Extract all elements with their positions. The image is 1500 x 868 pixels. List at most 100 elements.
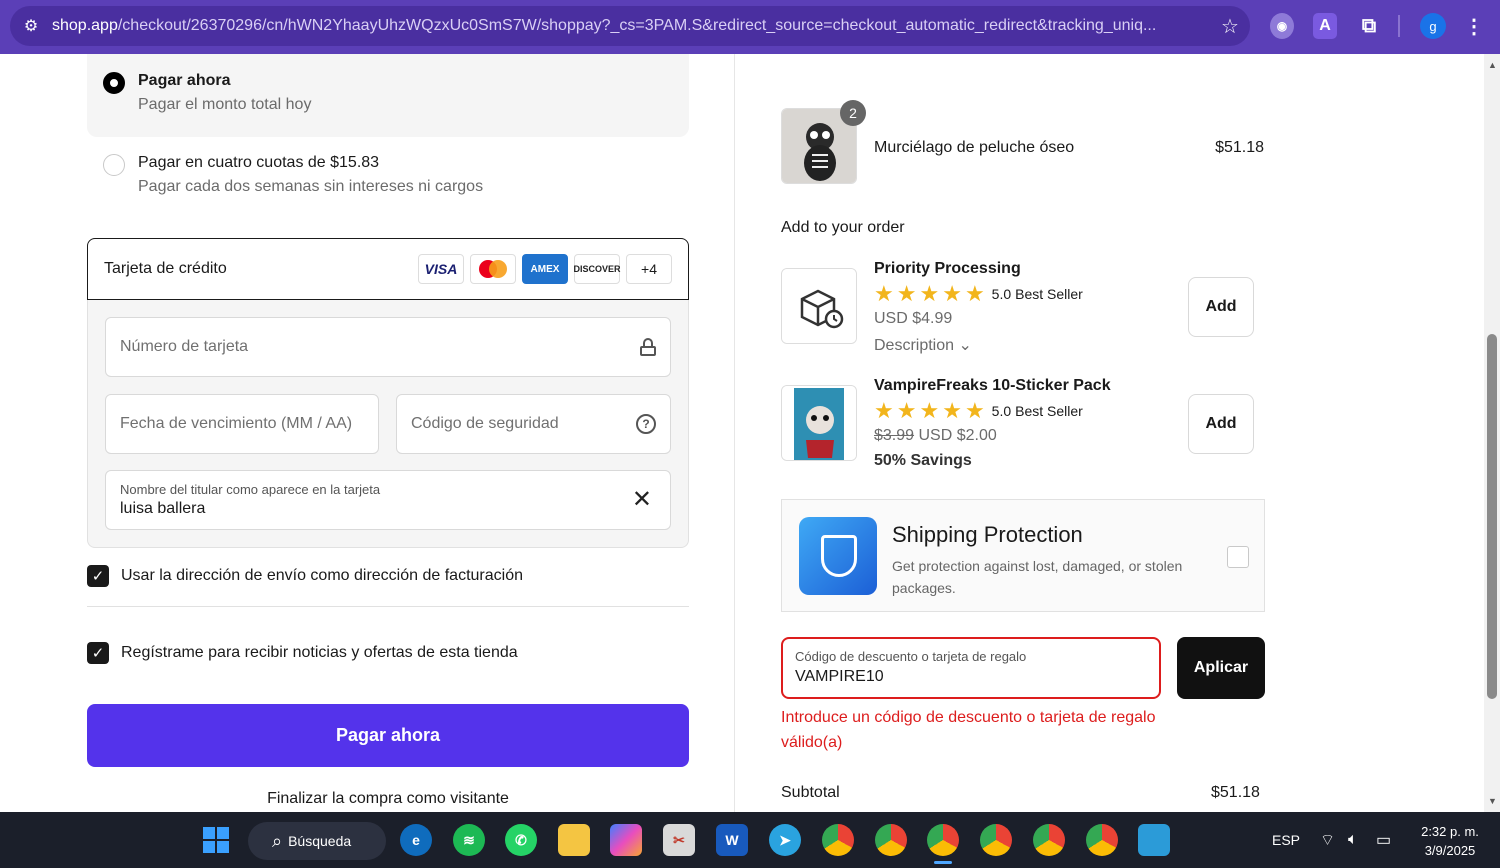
scroll-up-arrow-icon[interactable]: ▲ xyxy=(1488,60,1497,70)
rating-stars: ★ ★ ★ ★ ★ 5.0 Best Seller xyxy=(874,400,1083,422)
scrollbar-thumb[interactable] xyxy=(1487,334,1497,699)
installments-radio[interactable] xyxy=(103,154,125,176)
battery-icon[interactable]: ▭ xyxy=(1376,812,1391,868)
language-indicator[interactable]: ESP xyxy=(1272,812,1300,868)
pay-now-subtitle: Pagar el monto total hoy xyxy=(138,96,312,113)
star-icon: ★ xyxy=(874,281,894,306)
billing-address-row[interactable]: ✓ Usar la dirección de envío como direcc… xyxy=(87,565,523,587)
extension-a-icon[interactable]: A xyxy=(1313,13,1337,39)
security-code-placeholder: Código de seguridad xyxy=(411,415,559,432)
card-number-field[interactable]: Número de tarjeta xyxy=(105,317,671,377)
chevron-down-icon: ⌄ xyxy=(958,337,972,354)
edge-browser-icon[interactable]: e xyxy=(400,824,432,856)
subtotal-label: Subtotal xyxy=(781,784,840,801)
upsell-price: USD $4.99 xyxy=(874,310,953,327)
security-code-field[interactable]: Código de seguridad ? xyxy=(396,394,671,454)
upsell-title: VampireFreaks 10-Sticker Pack xyxy=(874,377,1111,394)
apply-discount-button[interactable]: Aplicar xyxy=(1177,637,1265,699)
rating-value: 5.0 xyxy=(991,286,1012,302)
expiry-field[interactable]: Fecha de vencimiento (MM / AA) xyxy=(105,394,379,454)
volume-icon[interactable]: 🔈︎ xyxy=(1348,812,1358,868)
newsletter-checkbox[interactable]: ✓ xyxy=(87,642,109,664)
newsletter-row[interactable]: ✓ Regístrame para recibir noticias y ofe… xyxy=(87,642,518,664)
shield-icon xyxy=(799,517,877,595)
file-explorer-icon[interactable] xyxy=(558,824,590,856)
pay-now-option[interactable]: Pagar ahora Pagar el monto total hoy xyxy=(87,54,689,137)
site-settings-icon[interactable]: ⚙ xyxy=(10,6,52,46)
package-clock-icon xyxy=(782,269,856,343)
subtotal-value: $51.18 xyxy=(1211,784,1260,801)
expiry-placeholder: Fecha de vencimiento (MM / AA) xyxy=(120,415,353,432)
star-icon: ★ xyxy=(919,398,940,423)
billing-label: Usar la dirección de envío como direcció… xyxy=(121,567,523,584)
card-number-placeholder: Número de tarjeta xyxy=(120,338,249,355)
snipping-tool-icon[interactable]: ✂ xyxy=(663,824,695,856)
description-toggle[interactable]: Description ⌄ xyxy=(874,335,972,355)
sticker-pack-thumbnail xyxy=(781,385,857,461)
telegram-icon[interactable]: ➤ xyxy=(769,824,801,856)
visa-logo: VISA xyxy=(418,254,464,284)
discount-value: VAMPIRE10 xyxy=(795,668,884,685)
discount-code-field[interactable]: Código de descuento o tarjeta de regalo … xyxy=(781,637,1161,699)
billing-checkbox[interactable]: ✓ xyxy=(87,565,109,587)
star-icon: ★ xyxy=(942,398,962,423)
credit-card-header[interactable]: Tarjeta de crédito VISA AMEX DISCOVER +4 xyxy=(87,238,689,300)
extensions-puzzle-icon[interactable]: ⧉ xyxy=(1356,13,1382,39)
star-icon: ★ xyxy=(942,281,962,306)
spotify-icon[interactable]: ≋ xyxy=(453,824,485,856)
windows-start-icon[interactable] xyxy=(200,824,232,856)
toolbar-divider xyxy=(1398,15,1400,37)
scroll-down-arrow-icon[interactable]: ▼ xyxy=(1488,796,1497,806)
upsell-title: Priority Processing xyxy=(874,260,1021,277)
profile-avatar[interactable]: g xyxy=(1420,13,1446,39)
installments-option[interactable]: Pagar en cuatro cuotas de $15.83 Pagar c… xyxy=(87,154,689,196)
pay-now-button[interactable]: Pagar ahora xyxy=(87,704,689,767)
chrome-active-icon[interactable] xyxy=(927,824,959,856)
protection-checkbox[interactable] xyxy=(1227,546,1249,568)
chrome-profile-icon[interactable] xyxy=(1086,824,1118,856)
shipping-protection-card[interactable]: Shipping Protection Get protection again… xyxy=(781,499,1265,612)
url-path: /checkout/26370296/cn/hWN2YhaayUhzWQzxUc… xyxy=(117,17,1157,34)
priority-processing-thumbnail xyxy=(781,268,857,344)
rating-value: 5.0 xyxy=(991,403,1012,419)
star-icon: ★ xyxy=(896,281,917,306)
word-icon[interactable]: W xyxy=(716,824,748,856)
order-summary-panel: 2 Murciélago de peluche óseo $51.18 Add … xyxy=(736,54,1484,812)
mastercard-logo xyxy=(470,254,516,284)
pay-now-radio[interactable] xyxy=(103,72,125,94)
app-icon[interactable] xyxy=(1138,824,1170,856)
chrome-profile-icon[interactable] xyxy=(1033,824,1065,856)
url-text[interactable]: shop.app/checkout/26370296/cn/hWN2YhaayU… xyxy=(52,17,1210,35)
add-sticker-button[interactable]: Add xyxy=(1188,394,1254,454)
page-scrollbar[interactable]: ▲ ▼ xyxy=(1484,54,1500,812)
description-label: Description xyxy=(874,337,955,354)
chrome-profile-icon[interactable] xyxy=(875,824,907,856)
savings-label: 50% Savings xyxy=(874,452,972,469)
extension-icon[interactable]: ◉ xyxy=(1270,13,1294,39)
item-name: Murciélago de peluche óseo xyxy=(874,139,1075,156)
rating-stars: ★ ★ ★ ★ ★ 5.0 Best Seller xyxy=(874,283,1083,305)
taskbar-search[interactable]: ⌕ Búsqueda xyxy=(248,822,386,860)
wifi-icon[interactable]: ⌔ xyxy=(1320,812,1335,868)
copilot-icon[interactable] xyxy=(610,824,642,856)
clock-time: 2:32 p. m. xyxy=(1421,824,1479,839)
credit-card-label: Tarjeta de crédito xyxy=(104,260,227,277)
system-clock[interactable]: 2:32 p. m. 3/9/2025 xyxy=(1410,822,1490,860)
quantity-badge: 2 xyxy=(840,100,866,126)
bookmark-star-icon[interactable]: ☆ xyxy=(1210,14,1250,39)
cardholder-name-label: Nombre del titular como aparece en la ta… xyxy=(120,482,381,497)
clear-close-icon[interactable]: ✕ xyxy=(632,485,652,514)
browser-menu-icon[interactable]: ⋮ xyxy=(1464,13,1484,39)
add-priority-button[interactable]: Add xyxy=(1188,277,1254,337)
amex-logo: AMEX xyxy=(522,254,568,284)
whatsapp-icon[interactable]: ✆ xyxy=(505,824,537,856)
add-to-order-heading: Add to your order xyxy=(781,219,905,236)
lock-icon xyxy=(640,338,656,356)
guest-checkout-link[interactable]: Finalizar la compra como visitante xyxy=(87,790,689,808)
cardholder-name-field[interactable]: Nombre del titular como aparece en la ta… xyxy=(105,470,671,530)
chrome-profile-icon[interactable] xyxy=(980,824,1012,856)
chrome-profile-icon[interactable] xyxy=(822,824,854,856)
help-question-icon[interactable]: ? xyxy=(636,414,656,434)
clock-date: 3/9/2025 xyxy=(1424,843,1476,858)
address-bar[interactable]: ⚙ shop.app/checkout/26370296/cn/hWN2Yhaa… xyxy=(10,6,1250,46)
